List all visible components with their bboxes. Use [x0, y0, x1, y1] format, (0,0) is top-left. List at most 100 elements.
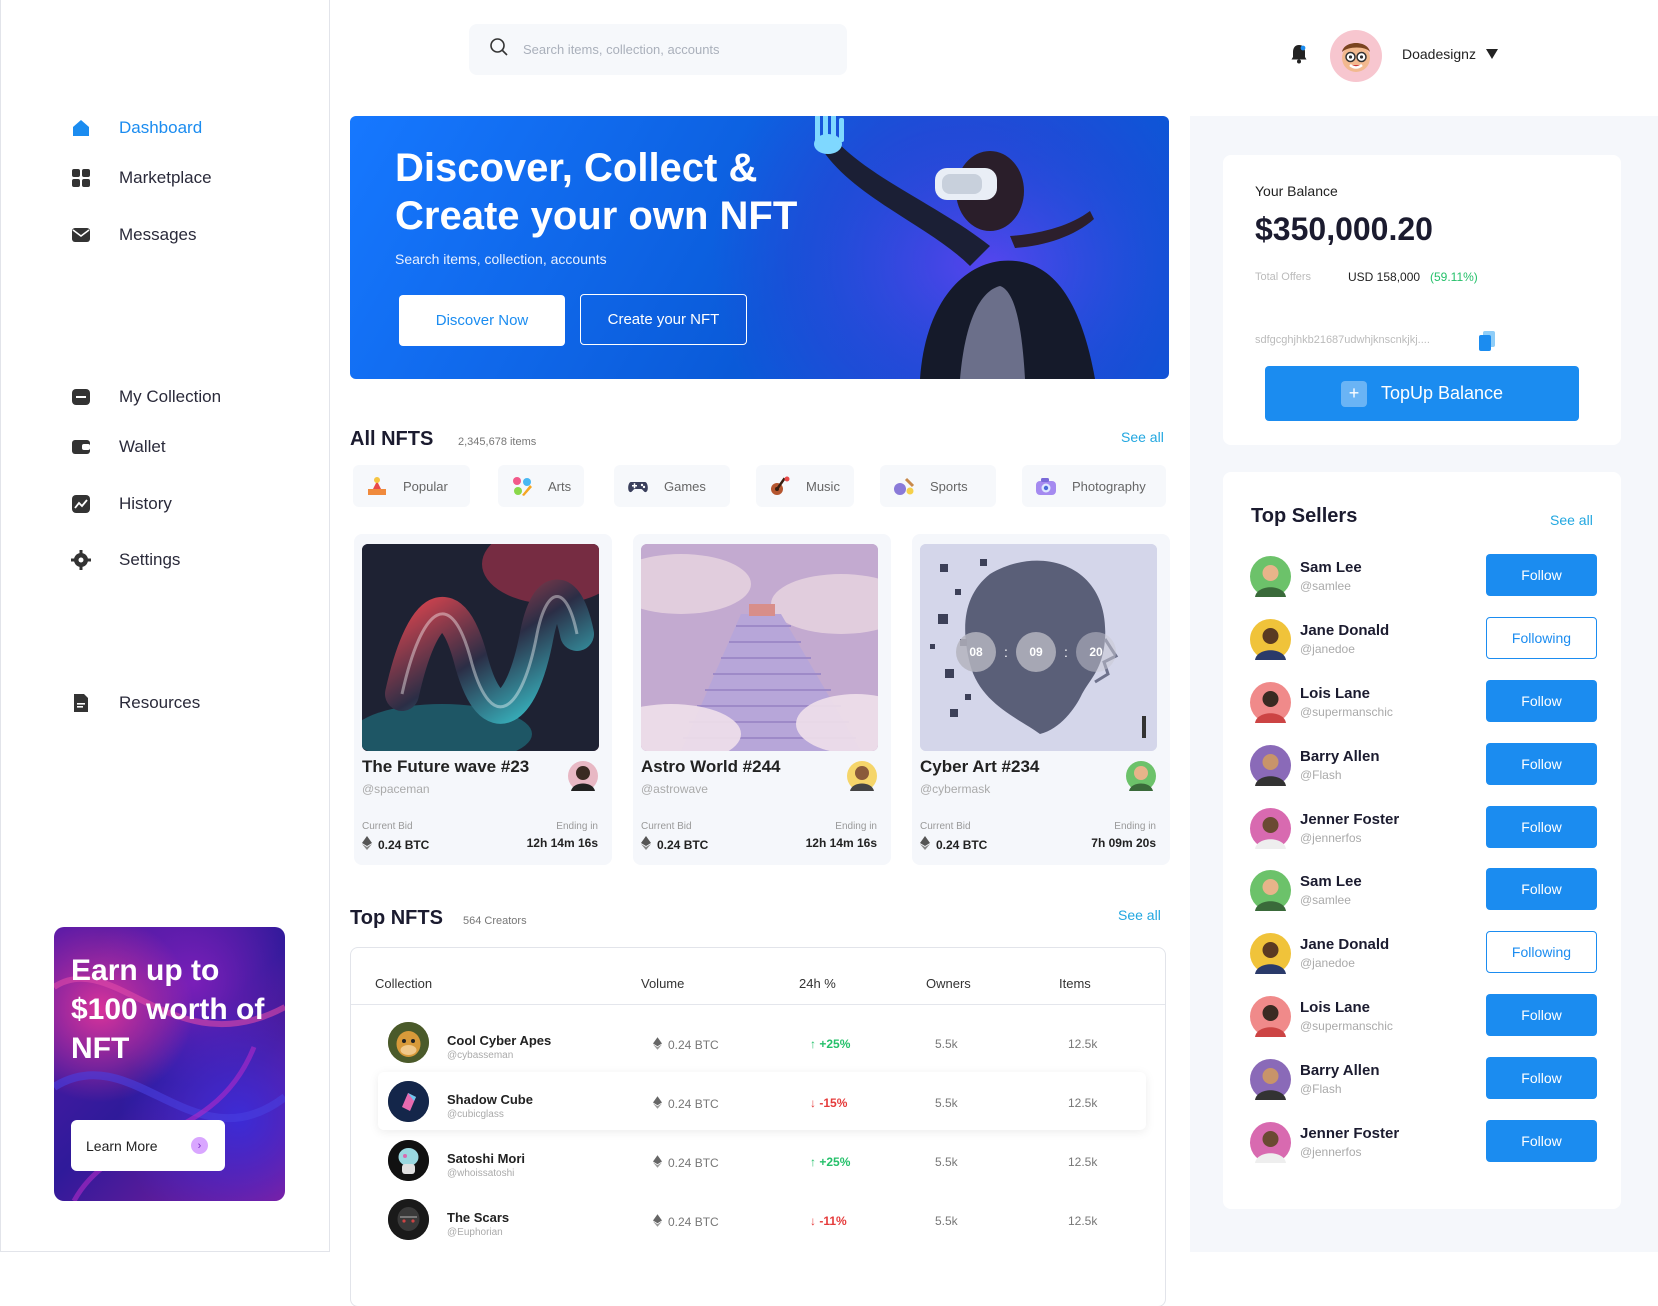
- change-value: +25%: [819, 1037, 851, 1051]
- nft-card[interactable]: Astro World #244 @astrowave Current Bid …: [633, 534, 891, 865]
- nav-wallet[interactable]: Wallet: [71, 437, 166, 457]
- all-nfts-title: All NFTS: [350, 428, 434, 450]
- owners: 5.5k: [935, 1096, 958, 1110]
- nav-messages[interactable]: Messages: [71, 225, 196, 245]
- nav-settings[interactable]: Settings: [71, 550, 180, 570]
- creator-avatar[interactable]: [1126, 761, 1156, 791]
- copy-icon[interactable]: [1479, 331, 1495, 356]
- learn-more-label: Learn More: [86, 1137, 158, 1154]
- items: 12.5k: [1068, 1214, 1098, 1228]
- bid-value: 0.24 BTC: [936, 837, 988, 852]
- seller-name: Sam Lee: [1300, 873, 1362, 890]
- ending-in-label: Ending in: [835, 821, 877, 832]
- change-value: -11%: [819, 1214, 847, 1228]
- hero-title: Discover, Collect & Create your own NFT: [395, 146, 798, 238]
- user-avatar[interactable]: [1330, 30, 1382, 82]
- learn-more-button[interactable]: Learn More ›: [71, 1120, 225, 1171]
- following-button[interactable]: Following: [1486, 617, 1597, 659]
- seller-name: Barry Allen: [1300, 748, 1380, 765]
- collection-avatar: [388, 1081, 429, 1122]
- camera-icon: [1034, 474, 1058, 498]
- follow-button[interactable]: Follow: [1486, 743, 1597, 785]
- column-header: 24h %: [799, 976, 836, 991]
- category-popular[interactable]: Popular: [353, 465, 470, 507]
- table-row[interactable]: Shadow Cube @cubicglass 0.24 BTC ↓ -15% …: [378, 1072, 1146, 1130]
- top-sellers-see-all-link[interactable]: See all: [1550, 512, 1593, 528]
- change-24h: ↑ +25%: [810, 1037, 850, 1051]
- discover-now-button[interactable]: Discover Now: [399, 295, 565, 346]
- seller-avatar[interactable]: [1250, 682, 1291, 723]
- table-row[interactable]: Cool Cyber Apes @cybasseman 0.24 BTC ↑ +…: [378, 1013, 1146, 1071]
- nft-card[interactable]: 08 : 09 : 20 Cyber Art #234 @cybermask C…: [912, 534, 1170, 865]
- category-sports[interactable]: Sports: [880, 465, 996, 507]
- change-value: -15%: [819, 1096, 848, 1110]
- category-photography[interactable]: Photography: [1022, 465, 1166, 507]
- seller-row: Lois Lane @supermanschic Follow: [1250, 994, 1600, 1038]
- arrow-down-icon: ↓: [810, 1214, 820, 1228]
- user-menu[interactable]: Doadesignz: [1402, 46, 1498, 62]
- category-label: Arts: [548, 478, 572, 494]
- nav-dashboard[interactable]: Dashboard: [71, 118, 202, 138]
- category-games[interactable]: Games: [614, 465, 730, 507]
- table-row[interactable]: The Scars @Euphorian 0.24 BTC ↓ -11% 5.5…: [378, 1190, 1146, 1248]
- category-arts[interactable]: Arts: [498, 465, 584, 507]
- seller-row: Barry Allen @Flash Follow: [1250, 743, 1600, 787]
- volume: 0.24 BTC: [653, 1155, 719, 1171]
- search-icon: [489, 37, 509, 62]
- table-row[interactable]: Satoshi Mori @whoissatoshi 0.24 BTC ↑ +2…: [378, 1131, 1146, 1189]
- sidebar: Dashboard Marketplace Messages My Collec…: [0, 0, 330, 1252]
- seller-name: Jane Donald: [1300, 936, 1390, 953]
- category-music[interactable]: Music: [756, 465, 854, 507]
- creator-avatar[interactable]: [568, 761, 598, 791]
- nav-history[interactable]: History: [71, 494, 172, 514]
- follow-button[interactable]: Follow: [1486, 994, 1597, 1036]
- seller-avatar[interactable]: [1250, 745, 1291, 786]
- bell-icon[interactable]: [1291, 44, 1307, 69]
- follow-button[interactable]: Follow: [1486, 1120, 1597, 1162]
- nav-label: Marketplace: [119, 168, 212, 187]
- seller-avatar[interactable]: [1250, 1059, 1291, 1100]
- current-bid: 0.24 BTC: [362, 836, 429, 853]
- grid-icon: [71, 168, 91, 188]
- top-nfts-see-all-link[interactable]: See all: [1118, 907, 1161, 923]
- follow-button[interactable]: Follow: [1486, 680, 1597, 722]
- seller-avatar[interactable]: [1250, 556, 1291, 597]
- follow-button[interactable]: Follow: [1486, 554, 1597, 596]
- ending-in-label: Ending in: [1114, 821, 1156, 832]
- timer-hours: 08: [956, 632, 996, 672]
- collection-avatar: [388, 1022, 429, 1063]
- items: 12.5k: [1068, 1037, 1098, 1051]
- seller-avatar[interactable]: [1250, 870, 1291, 911]
- seller-avatar[interactable]: [1250, 996, 1291, 1037]
- nav-my-collection[interactable]: My Collection: [71, 387, 221, 407]
- seller-name: Jane Donald: [1300, 622, 1390, 639]
- follow-button[interactable]: Follow: [1486, 1057, 1597, 1099]
- topup-balance-button[interactable]: + TopUp Balance: [1265, 366, 1579, 421]
- nft-card[interactable]: The Future wave #23 @spaceman Current Bi…: [354, 534, 612, 865]
- nav-marketplace[interactable]: Marketplace: [71, 168, 212, 188]
- following-button[interactable]: Following: [1486, 931, 1597, 973]
- ethereum-icon: [653, 1037, 662, 1053]
- ethereum-icon: [920, 836, 930, 853]
- follow-button[interactable]: Follow: [1486, 806, 1597, 848]
- create-nft-button[interactable]: Create your NFT: [580, 294, 747, 345]
- search-bar[interactable]: [469, 24, 847, 75]
- hero-banner: Discover, Collect & Create your own NFT …: [350, 116, 1169, 379]
- seller-handle: @supermanschic: [1300, 1019, 1393, 1033]
- seller-avatar[interactable]: [1250, 1122, 1291, 1163]
- volume-value: 0.24 BTC: [668, 1038, 719, 1052]
- nav-resources[interactable]: Resources: [71, 693, 200, 713]
- volume-value: 0.24 BTC: [668, 1215, 719, 1229]
- seller-avatar[interactable]: [1250, 933, 1291, 974]
- hero-subtitle: Search items, collection, accounts: [395, 251, 607, 267]
- collection-name: The Scars: [447, 1210, 510, 1225]
- seller-avatar[interactable]: [1250, 619, 1291, 660]
- all-nfts-see-all-link[interactable]: See all: [1121, 429, 1164, 445]
- seller-avatar[interactable]: [1250, 808, 1291, 849]
- search-input[interactable]: [523, 42, 823, 57]
- seller-row: Jane Donald @janedoe Following: [1250, 931, 1600, 975]
- follow-button[interactable]: Follow: [1486, 868, 1597, 910]
- ethereum-icon: [653, 1155, 662, 1171]
- creator-avatar[interactable]: [847, 761, 877, 791]
- seller-handle: @samlee: [1300, 893, 1351, 907]
